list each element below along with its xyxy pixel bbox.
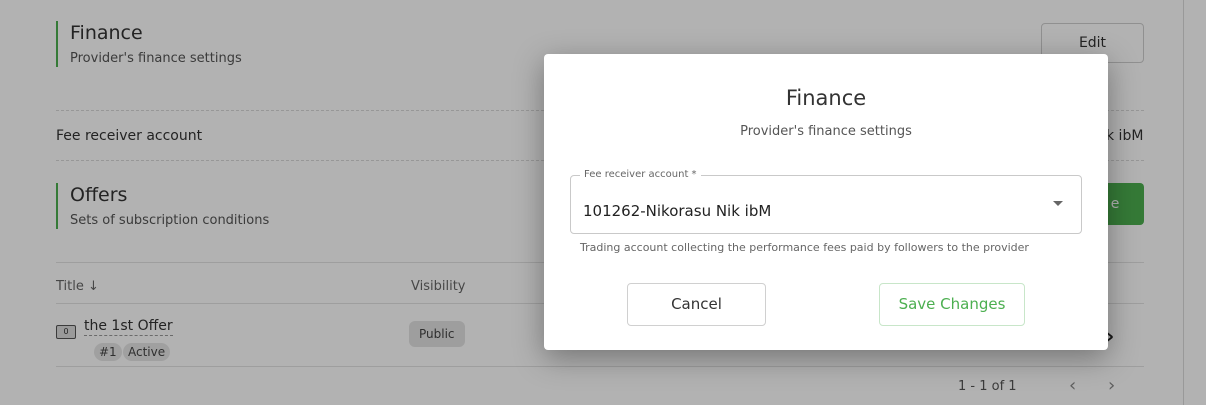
fee-receiver-selected-value: 101262-Nikorasu Nik ibM — [583, 202, 772, 220]
cancel-button[interactable]: Cancel — [627, 283, 766, 326]
dialog-title: Finance — [785, 86, 867, 110]
dialog-subtitle: Provider's finance settings — [740, 124, 912, 139]
fee-receiver-help-text: Trading account collecting the performan… — [580, 241, 1029, 254]
fee-receiver-field-label: Fee receiver account * — [580, 169, 701, 181]
finance-dialog: Finance Provider's finance settings Fee … — [544, 54, 1108, 350]
dropdown-arrow-icon[interactable] — [1053, 201, 1063, 206]
save-changes-button[interactable]: Save Changes — [879, 283, 1025, 326]
fee-receiver-select[interactable]: Fee receiver account * 101262-Nikorasu N… — [570, 169, 1082, 234]
